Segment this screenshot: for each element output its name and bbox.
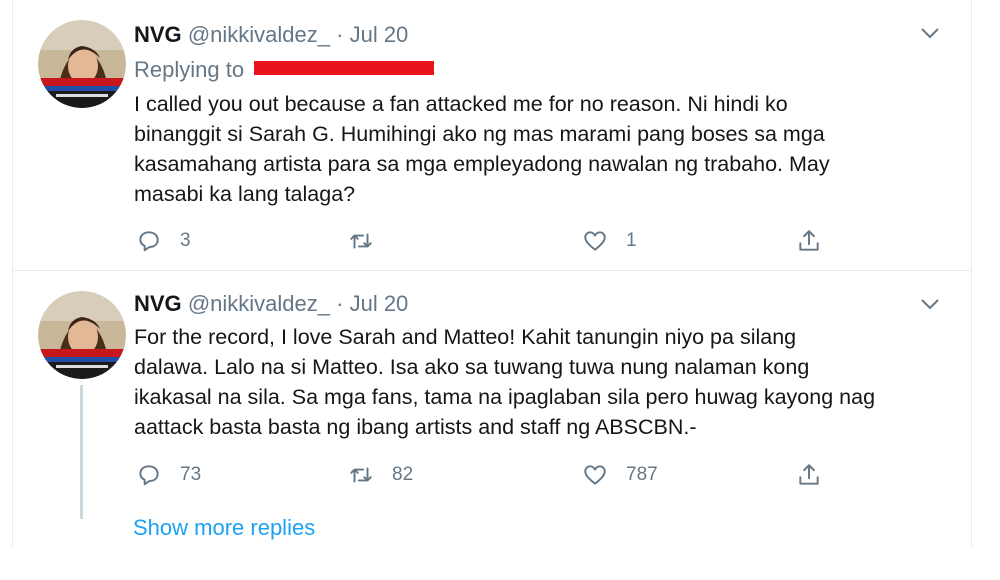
author-handle[interactable]: @nikkivaldez_ bbox=[188, 22, 330, 47]
tweet-date[interactable]: Jul 20 bbox=[350, 291, 409, 316]
conversation-thread: NVG @nikkivaldez_ · Jul 20 Replying to I… bbox=[12, 0, 972, 548]
reply-count: 3 bbox=[180, 230, 191, 251]
tweet-actions: 3 1 bbox=[134, 228, 834, 258]
reply-button[interactable]: 73 bbox=[136, 462, 201, 488]
like-icon bbox=[584, 231, 606, 251]
tweet-text-line: masabi ka lang talaga? bbox=[134, 182, 356, 206]
like-count: 1 bbox=[626, 230, 637, 251]
chevron-down-icon[interactable] bbox=[919, 297, 941, 311]
tweet-text-line: binanggit si Sarah G. Humihingi ako ng m… bbox=[134, 122, 825, 146]
replying-to-label: Replying to bbox=[134, 57, 245, 82]
thread-connector-line bbox=[80, 385, 83, 519]
share-icon bbox=[799, 230, 819, 251]
tweet-text-line: ikakasal na sila. Sa mga fans, tama na i… bbox=[134, 385, 876, 409]
retweet-count: 82 bbox=[392, 464, 414, 485]
tweet-text-line: dalawa. Lalo na si Matteo. Isa ako sa tu… bbox=[134, 355, 810, 379]
reply-icon bbox=[139, 465, 159, 486]
tweet-text-line: aattack basta basta ng ibang artists and… bbox=[134, 415, 697, 439]
tweet-text-line: I called you out because a fan attacked … bbox=[134, 92, 788, 116]
reply-button[interactable]: 3 bbox=[136, 228, 191, 254]
tweet-actions: 73 82 787 bbox=[134, 462, 834, 492]
tweet-text-line: kasamahang artista para sa mga empleyado… bbox=[134, 152, 830, 176]
reply-icon bbox=[139, 231, 159, 252]
retweet-icon bbox=[350, 233, 372, 249]
retweet-button[interactable]: 82 bbox=[348, 462, 413, 488]
avatar[interactable] bbox=[38, 291, 126, 379]
tweet-header: NVG @nikkivaldez_ · Jul 20 bbox=[134, 22, 408, 48]
tweet-2[interactable]: NVG @nikkivaldez_ · Jul 20 For the recor… bbox=[13, 271, 971, 548]
retweet-button[interactable] bbox=[348, 228, 392, 254]
like-count: 787 bbox=[626, 464, 658, 485]
author-name[interactable]: NVG bbox=[134, 22, 182, 47]
tweet-1[interactable]: NVG @nikkivaldez_ · Jul 20 Replying to I… bbox=[13, 0, 971, 271]
tweet-date[interactable]: Jul 20 bbox=[350, 22, 409, 47]
retweet-icon bbox=[350, 467, 372, 483]
separator: · bbox=[336, 291, 344, 316]
avatar[interactable] bbox=[38, 20, 126, 108]
redacted-handle bbox=[254, 61, 435, 76]
tweet-header: NVG @nikkivaldez_ · Jul 20 bbox=[134, 291, 408, 317]
author-name[interactable]: NVG bbox=[134, 291, 182, 316]
chevron-down-icon[interactable] bbox=[919, 26, 941, 40]
share-button[interactable] bbox=[796, 228, 822, 254]
share-button[interactable] bbox=[796, 462, 822, 488]
tweet-text: I called you out because a fan attacked … bbox=[134, 89, 934, 209]
reply-count: 73 bbox=[180, 464, 202, 485]
share-icon bbox=[799, 464, 819, 485]
show-more-replies-link[interactable]: Show more replies bbox=[133, 515, 315, 541]
replying-to: Replying to bbox=[134, 57, 435, 83]
like-button[interactable]: 787 bbox=[582, 462, 658, 488]
like-icon bbox=[584, 465, 606, 485]
author-handle[interactable]: @nikkivaldez_ bbox=[188, 291, 330, 316]
like-button[interactable]: 1 bbox=[582, 228, 637, 254]
separator: · bbox=[336, 22, 344, 47]
tweet-text-line: For the record, I love Sarah and Matteo!… bbox=[134, 325, 797, 349]
tweet-text: For the record, I love Sarah and Matteo!… bbox=[134, 322, 934, 442]
